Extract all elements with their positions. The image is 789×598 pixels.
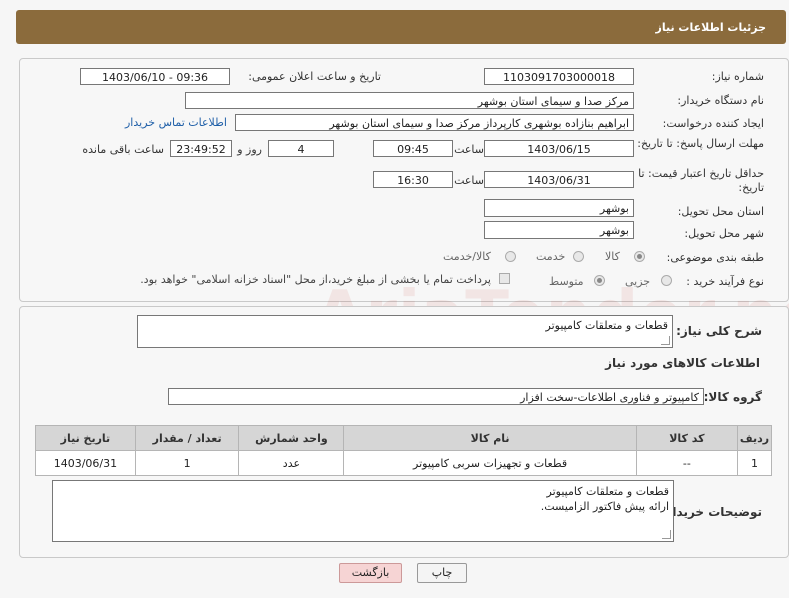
- col-name: نام کالا: [343, 425, 637, 451]
- col-unit: واحد شمارش: [238, 425, 345, 451]
- cell-qty: 1: [134, 450, 240, 476]
- treasury-payment-note: پرداخت تمام یا بخشی از مبلغ خرید،از محل …: [140, 273, 491, 286]
- cell-date: 1403/06/31: [35, 450, 136, 476]
- print-button[interactable]: چاپ: [417, 563, 467, 583]
- buyer-contact-link[interactable]: اطلاعات تماس خریدار: [125, 116, 227, 129]
- buyer-notes-label: توضیحات خریدار:: [660, 505, 762, 519]
- category-service-label: خدمت: [536, 250, 566, 263]
- process-label: نوع فرآیند خرید :: [686, 275, 764, 288]
- process-medium-label: متوسط: [549, 275, 584, 288]
- buyer-notes-textarea: قطعات و متعلقات کامپیوتر ارائه پیش فاکتو…: [52, 480, 674, 542]
- announce-field: 1403/06/10 - 09:36: [80, 68, 230, 85]
- announce-label: تاریخ و ساعت اعلان عمومی:: [248, 70, 381, 83]
- process-minor-label: جزیی: [625, 275, 651, 288]
- cell-code: --: [635, 450, 739, 476]
- remaining-label: ساعت باقی مانده: [82, 143, 164, 156]
- summary-value: قطعات و متعلقات کامپیوتر: [545, 319, 668, 332]
- days-field: 4: [268, 140, 334, 157]
- cell-unit: عدد: [238, 450, 345, 476]
- deadline-time-field: 09:45: [373, 140, 453, 157]
- price-validity-label: حداقل تاریخ اعتبار قیمت: تا تاریخ:: [638, 167, 764, 194]
- process-minor-radio[interactable]: [661, 275, 672, 286]
- col-qty: تعداد / مقدار: [134, 425, 240, 451]
- page-header: جزئیات اطلاعات نیاز: [16, 10, 786, 44]
- summary-textarea: قطعات و متعلقات کامپیوتر: [137, 315, 673, 348]
- requester-label: ایجاد کننده درخواست:: [662, 117, 764, 130]
- price-validity-time-field: 16:30: [373, 171, 453, 188]
- deadline-label: مهلت ارسال پاسخ: تا تاریخ:: [637, 137, 764, 150]
- city-label: شهر محل تحویل:: [684, 227, 764, 240]
- goods-table-header: تاریخ نیاز تعداد / مقدار واحد شمارش نام …: [35, 425, 772, 451]
- city-field: بوشهر: [484, 221, 634, 239]
- price-validity-date-field: 1403/06/31: [484, 171, 634, 188]
- category-service-radio[interactable]: [573, 251, 584, 262]
- goods-group-label: گروه کالا:: [703, 390, 762, 404]
- province-label: استان محل تحویل:: [677, 205, 764, 218]
- requester-field: ابراهیم بنازاده بوشهری کارپرداز مرکز صدا…: [235, 114, 634, 131]
- cell-name: قطعات و تجهیزات سربی کامپیوتر: [343, 450, 637, 476]
- category-both-label: کالا/خدمت: [443, 250, 491, 263]
- buyer-org-field: مرکز صدا و سیمای استان بوشهر: [185, 92, 634, 109]
- remaining-time-field: 23:49:52: [170, 140, 232, 157]
- table-row: 1403/06/31 1 عدد قطعات و تجهیزات سربی کا…: [35, 450, 772, 476]
- deadline-time-label: ساعت: [454, 143, 484, 156]
- buyer-org-label: نام دستگاه خریدار:: [677, 94, 764, 107]
- need-number-field: 1103091703000018: [484, 68, 634, 85]
- page-title: جزئیات اطلاعات نیاز: [655, 21, 767, 34]
- buyer-notes-line-1: قطعات و متعلقات کامپیوتر: [546, 485, 669, 498]
- back-button[interactable]: بازگشت: [339, 563, 402, 583]
- province-field: بوشهر: [484, 199, 634, 217]
- col-date: تاریخ نیاز: [35, 425, 136, 451]
- category-goods-radio[interactable]: [634, 251, 645, 262]
- days-label: روز و: [237, 143, 262, 156]
- goods-table: تاریخ نیاز تعداد / مقدار واحد شمارش نام …: [35, 425, 772, 476]
- col-code: کد کالا: [635, 425, 739, 451]
- cell-index: 1: [737, 450, 772, 476]
- resize-handle[interactable]: [662, 530, 671, 539]
- summary-label: شرح کلی نیاز:: [676, 324, 762, 338]
- goods-group-field: کامپیوتر و فناوری اطلاعات-سخت افزار: [168, 388, 704, 405]
- deadline-date-field: 1403/06/15: [484, 140, 634, 157]
- category-label: طبقه بندی موضوعی:: [666, 251, 764, 264]
- category-goods-label: کالا: [605, 250, 620, 263]
- treasury-payment-checkbox[interactable]: [499, 273, 510, 284]
- process-medium-radio[interactable]: [594, 275, 605, 286]
- buyer-notes-line-2: ارائه پیش فاکتور الزامیست.: [540, 500, 669, 513]
- category-both-radio[interactable]: [505, 251, 516, 262]
- price-validity-time-label: ساعت: [454, 174, 484, 187]
- need-number-label: شماره نیاز:: [711, 70, 764, 83]
- goods-info-title: اطلاعات کالاهای مورد نیاز: [605, 356, 760, 370]
- col-index: ردیف: [737, 425, 772, 451]
- resize-handle[interactable]: [661, 336, 670, 345]
